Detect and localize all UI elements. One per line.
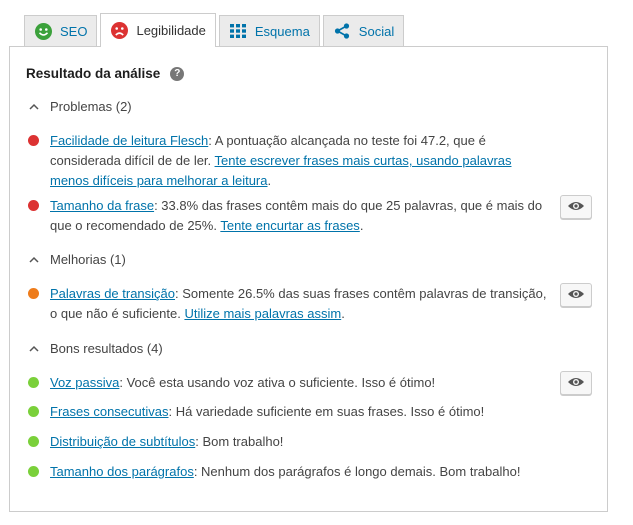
eye-icon xyxy=(567,288,585,303)
highlight-eye-button[interactable] xyxy=(560,371,592,395)
result-text: Distribuição de subtítulos: Bom trabalho… xyxy=(50,434,284,449)
result-action-link[interactable]: Utilize mais palavras assim xyxy=(184,306,341,321)
tab-esquema-label: Esquema xyxy=(254,23,310,39)
status-dot-green xyxy=(28,466,39,477)
status-dot-green xyxy=(28,436,39,447)
share-icon xyxy=(334,23,351,40)
smiley-happy-icon xyxy=(35,22,52,40)
status-dot-green xyxy=(28,377,39,388)
chevron-up-icon xyxy=(28,254,40,266)
result-text: Frases consecutivas: Há variedade sufici… xyxy=(50,404,485,419)
result-action-link[interactable]: Tente encurtar as frases xyxy=(220,218,359,233)
chevron-up-icon xyxy=(28,101,40,113)
highlight-eye-button[interactable] xyxy=(560,195,592,219)
group-good-results[interactable]: Bons resultados (4) xyxy=(28,341,163,356)
tab-seo[interactable]: SEO xyxy=(24,15,98,46)
status-dot-red xyxy=(28,200,39,211)
chevron-up-icon xyxy=(28,343,40,355)
smiley-sad-icon xyxy=(111,22,129,39)
tab-esquema[interactable]: Esquema xyxy=(218,15,320,46)
status-dot-red xyxy=(28,135,39,146)
group-improvements[interactable]: Melhorias (1) xyxy=(28,252,126,267)
tab-legibilidade-label: Legibilidade xyxy=(136,23,206,38)
eye-icon xyxy=(567,200,585,215)
group-problems-label: Problemas (2) xyxy=(50,99,132,114)
tab-social[interactable]: Social xyxy=(322,15,405,46)
result-link[interactable]: Palavras de transição xyxy=(50,286,175,301)
result-text: Voz passiva: Você esta usando voz ativa … xyxy=(50,375,436,390)
result-link[interactable]: Frases consecutivas xyxy=(50,404,169,419)
panel-title: Resultado da análise ? xyxy=(26,66,185,81)
result-text: Facilidade de leitura Flesch: A pontuaçã… xyxy=(50,133,512,188)
result-link[interactable]: Distribuição de subtítulos xyxy=(50,434,195,449)
grid-icon xyxy=(230,23,247,40)
result-text: Palavras de transição: Somente 26.5% das… xyxy=(50,286,547,321)
result-link[interactable]: Tamanho dos parágrafos xyxy=(50,464,194,479)
highlight-eye-button[interactable] xyxy=(560,283,592,307)
analysis-panel: Resultado da análise ? Problemas (2) Fac… xyxy=(9,46,608,512)
tab-social-label: Social xyxy=(358,23,395,39)
help-icon[interactable]: ? xyxy=(170,66,185,81)
result-link[interactable]: Tamanho da frase xyxy=(50,198,154,213)
result-link[interactable]: Facilidade de leitura Flesch xyxy=(50,133,208,148)
tab-legibilidade[interactable]: Legibilidade xyxy=(100,13,216,47)
tab-seo-label: SEO xyxy=(60,23,88,39)
group-improvements-label: Melhorias (1) xyxy=(50,252,126,267)
result-text: Tamanho dos parágrafos: Nenhum dos parág… xyxy=(50,464,521,479)
group-good-label: Bons resultados (4) xyxy=(50,341,163,356)
group-problems[interactable]: Problemas (2) xyxy=(28,99,132,114)
status-dot-green xyxy=(28,406,39,417)
result-text: Tamanho da frase: 33.8% das frases contê… xyxy=(50,198,543,233)
panel-title-text: Resultado da análise xyxy=(26,66,161,81)
status-dot-orange xyxy=(28,288,39,299)
eye-icon xyxy=(567,376,585,391)
result-link[interactable]: Voz passiva xyxy=(50,375,119,390)
tab-bar: SEO Legibilidade Esquema Social xyxy=(24,13,407,47)
